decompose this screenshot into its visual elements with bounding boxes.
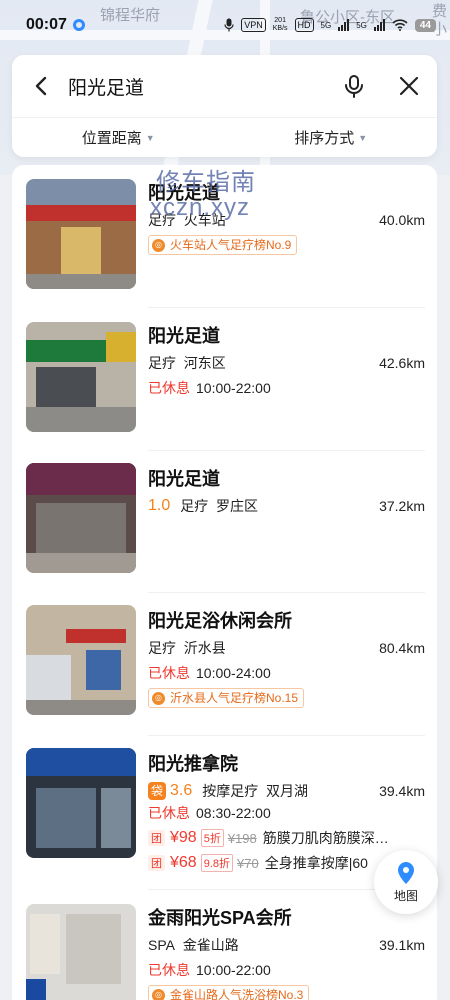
shop-title: 金雨阳光SPA会所 — [148, 908, 292, 928]
rating-score: 3.6 — [170, 782, 193, 799]
back-arrow-icon[interactable] — [30, 74, 54, 98]
map-pin-icon — [398, 861, 414, 884]
deal-price: ¥68 — [170, 854, 197, 871]
shop-hours: 已休息 08:30-22:00 — [148, 805, 271, 821]
shop-title: 阳光推拿院 — [148, 754, 238, 774]
shop-title: 阳光足道 — [148, 469, 220, 489]
search-input[interactable]: 阳光足道 — [68, 73, 341, 100]
shop-info: 阳光足浴休闲会所 足疗 沂水县 80.4km 已休息 10:00-24:00 ◎ 沂… — [148, 609, 425, 708]
deal-name: 全身推拿按摩|60 — [264, 855, 368, 871]
rank-icon: ◎ — [152, 988, 165, 1000]
group-deal[interactable]: 团 ¥98 5折 ¥198 筋膜刀肌肉筋膜深… — [148, 828, 425, 848]
status-bar: 00:07 VPN 201 KB/s HD 5G 5G 44 — [0, 0, 450, 50]
list-item[interactable]: 阳光足浴休闲会所 足疗 沂水县 80.4km 已休息 10:00-24:00 ◎ 沂… — [12, 593, 437, 736]
shop-meta: 足疗 沂水县 80.4km — [148, 640, 425, 656]
shop-photo — [26, 322, 136, 432]
shop-meta: 足疗 河东区 42.6km — [148, 355, 425, 371]
filter-label: 位置距离 — [81, 130, 142, 147]
filter-bar: 位置距离 ▼ 排序方式 ▼ — [12, 117, 437, 157]
distance: 80.4km — [379, 640, 425, 656]
deal-discount: 9.8折 — [200, 854, 233, 872]
wifi-icon — [392, 19, 408, 31]
signal-5g-label: 5G — [320, 20, 332, 30]
rank-tag[interactable]: ◎ 火车站人气足疗榜No.9 — [148, 235, 298, 255]
status-icons: VPN 201 KB/s HD 5G 5G 44 — [224, 17, 436, 33]
shop-hours: 已休息 10:00-22:00 — [148, 380, 271, 396]
deal-original-price: ¥198 — [227, 830, 257, 846]
shop-info: 金雨阳光SPA会所 SPA 金雀山路 39.1km 已休息 10:00-22:00… — [148, 906, 425, 1000]
closed-status: 已休息 — [148, 962, 190, 978]
rank-icon: ◎ — [152, 691, 165, 705]
distance: 39.4km — [379, 783, 425, 799]
close-icon[interactable] — [397, 74, 421, 98]
group-badge: 团 — [148, 830, 165, 846]
closed-status: 已休息 — [148, 380, 190, 396]
shop-title: 阳光足道 — [148, 326, 220, 346]
shop-hours: 已休息 10:00-22:00 — [148, 962, 271, 978]
signal-icon — [338, 19, 350, 31]
microphone-icon[interactable] — [341, 73, 367, 99]
shop-info: 阳光足道 1.0 足疗 罗庄区 37.2km — [148, 467, 425, 516]
shop-photo — [26, 463, 136, 573]
rating-score: 1.0 — [148, 497, 171, 514]
filter-sort[interactable]: 排序方式 ▼ — [225, 118, 438, 157]
shop-meta: 足疗 火车站 40.0km — [148, 212, 425, 228]
shop-title: 阳光足道 — [148, 183, 220, 203]
distance: 37.2km — [379, 498, 425, 514]
filter-distance[interactable]: 位置距离 ▼ — [12, 118, 225, 157]
vpn-badge: VPN — [241, 18, 266, 32]
deal-price: ¥98 — [170, 829, 197, 846]
shop-tag-line: ◎ 火车站人气足疗榜No.9 — [148, 235, 425, 255]
caret-down-icon: ▼ — [358, 132, 368, 143]
distance: 40.0km — [379, 212, 425, 228]
mic-status-icon — [224, 18, 234, 32]
battery-indicator: 44 — [414, 18, 436, 32]
location-dot-icon — [72, 19, 85, 31]
deal-name: 筋膜刀肌肉筋膜深… — [262, 830, 389, 846]
shop-title: 阳光足浴休闲会所 — [148, 611, 292, 631]
map-button[interactable]: 地图 — [374, 850, 438, 914]
shop-photo — [26, 904, 136, 1000]
rank-icon: ◎ — [152, 238, 165, 252]
net-speed: 201 KB/s — [272, 17, 288, 32]
list-item[interactable]: 阳光推拿院 袋 3.6 按摩足疗 双月湖 39.4km 已休息 08:30-22:00… — [12, 736, 437, 890]
distance: 42.6km — [379, 355, 425, 371]
group-badge: 团 — [148, 855, 165, 871]
results-list: 阳光足道 足疗 火车站 40.0km ◎ 火车站人气足疗榜No.9 阳光足道 足疗… — [12, 165, 437, 1000]
hd-badge: HD — [294, 18, 314, 32]
shop-photo — [26, 179, 136, 289]
rank-tag[interactable]: ◎ 金雀山路人气洗浴榜No.3 — [148, 985, 310, 1000]
signal-icon — [373, 19, 385, 31]
list-item[interactable]: 阳光足道 足疗 火车站 40.0km ◎ 火车站人气足疗榜No.9 — [12, 165, 437, 308]
shop-meta: 1.0 足疗 罗庄区 37.2km — [148, 497, 425, 514]
search-bar: 阳光足道 — [12, 55, 437, 117]
shop-photo — [26, 748, 136, 858]
deal-original-price: ¥70 — [237, 855, 259, 871]
map-button-label: 地图 — [393, 888, 418, 903]
closed-status: 已休息 — [148, 665, 190, 681]
distance: 39.1km — [379, 937, 425, 953]
meituan-icon: 袋 — [148, 782, 166, 800]
search-card: 阳光足道 位置距离 ▼ 排序方式 ▼ — [12, 55, 437, 157]
list-item[interactable]: 金雨阳光SPA会所 SPA 金雀山路 39.1km 已休息 10:00-22:00… — [12, 890, 437, 1000]
shop-hours: 已休息 10:00-24:00 — [148, 665, 271, 681]
closed-status: 已休息 — [148, 805, 190, 821]
shop-info: 阳光足道 足疗 河东区 42.6km 已休息 10:00-22:00 — [148, 324, 425, 398]
deal-discount: 5折 — [200, 829, 224, 847]
signal-5g-label: 5G — [356, 20, 367, 30]
shop-tag-line: ◎ 沂水县人气足疗榜No.15 — [148, 688, 425, 708]
list-item[interactable]: 阳光足道 1.0 足疗 罗庄区 37.2km — [12, 451, 437, 593]
list-item[interactable]: 阳光足道 足疗 河东区 42.6km 已休息 10:00-22:00 — [12, 308, 437, 451]
shop-meta: 袋 3.6 按摩足疗 双月湖 39.4km — [148, 781, 425, 801]
shop-photo — [26, 605, 136, 715]
rank-tag[interactable]: ◎ 沂水县人气足疗榜No.15 — [148, 688, 305, 708]
shop-info: 阳光足道 足疗 火车站 40.0km ◎ 火车站人气足疗榜No.9 — [148, 181, 425, 255]
status-time: 00:07 — [26, 16, 67, 33]
caret-down-icon: ▼ — [145, 132, 155, 143]
filter-label: 排序方式 — [294, 130, 355, 147]
shop-meta: SPA 金雀山路 39.1km — [148, 937, 425, 953]
shop-info: 阳光推拿院 袋 3.6 按摩足疗 双月湖 39.4km 已休息 08:30-22:00… — [148, 752, 425, 873]
shop-tag-line: ◎ 金雀山路人气洗浴榜No.3 — [148, 985, 425, 1000]
